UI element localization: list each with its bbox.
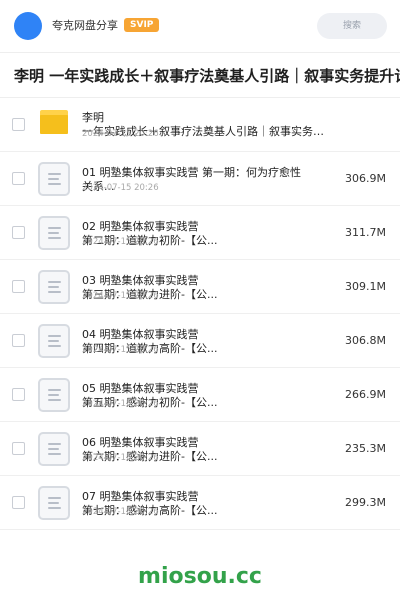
- row-checkbox[interactable]: [12, 172, 25, 185]
- row-checkbox[interactable]: [12, 118, 25, 131]
- file-date: 2024-07-15 20:26: [82, 507, 159, 517]
- share-name: 夸克网盘分享: [52, 19, 118, 32]
- list-item[interactable]: 04 明塾集体叙事实践营 第四期：道歉力高阶-【公... 2024-07-15 …: [0, 314, 400, 368]
- document-icon: [38, 486, 70, 520]
- list-item[interactable]: 01 明塾集体叙事实践营 第一期：何为疗愈性 关系... 2024-07-15 …: [0, 152, 400, 206]
- document-icon: [38, 216, 70, 250]
- file-date: 2024-07-15 20:26: [82, 453, 159, 463]
- document-icon: [38, 162, 70, 196]
- row-checkbox[interactable]: [12, 226, 25, 239]
- list-item[interactable]: 03 明塾集体叙事实践营 第三期：道歉力进阶-【公... 2024-07-15 …: [0, 260, 400, 314]
- row-checkbox[interactable]: [12, 496, 25, 509]
- document-icon: [38, 270, 70, 304]
- row-checkbox[interactable]: [12, 334, 25, 347]
- list-item[interactable]: 李明 一年实践成长＋叙事疗法奠基人引路｜叙事实务提... 2024-07-15 …: [0, 98, 400, 152]
- document-icon: [38, 432, 70, 466]
- file-date: 2024-07-15 20:26: [82, 345, 159, 355]
- file-date: 2024-07-15 20:26: [82, 183, 159, 193]
- search-placeholder: 搜索: [342, 21, 361, 31]
- file-date: 2024-07-15 20:26: [82, 129, 159, 139]
- page-title: 李明 一年实践成长＋叙事疗法奠基人引路｜叙事实务提升计划: [14, 67, 400, 85]
- file-date: 2024-07-15 20:26: [82, 291, 159, 301]
- file-size: 306.8M: [345, 334, 386, 347]
- search-input[interactable]: 搜索: [317, 13, 387, 39]
- file-size: 309.1M: [345, 280, 386, 293]
- folder-icon: [40, 110, 68, 134]
- file-list: 李明 一年实践成长＋叙事疗法奠基人引路｜叙事实务提... 2024-07-15 …: [0, 98, 400, 530]
- list-item[interactable]: 06 明塾集体叙事实践营 第六期：感谢力进阶-【公... 2024-07-15 …: [0, 422, 400, 476]
- file-size: 311.7M: [345, 226, 386, 239]
- file-size: 235.3M: [345, 442, 386, 455]
- file-date: 2024-07-15 20:26: [82, 399, 159, 409]
- list-item[interactable]: 05 明塾集体叙事实践营 第五期：感谢力初阶-【公... 2024-07-15 …: [0, 368, 400, 422]
- list-item[interactable]: 02 明塾集体叙事实践营 第二期：道歉力初阶-【公... 2024-07-15 …: [0, 206, 400, 260]
- avatar[interactable]: [14, 12, 42, 40]
- row-checkbox[interactable]: [12, 388, 25, 401]
- file-date: 2024-07-15 20:26: [82, 237, 159, 247]
- row-checkbox[interactable]: [12, 280, 25, 293]
- document-icon: [38, 324, 70, 358]
- file-size: 266.9M: [345, 388, 386, 401]
- file-size: 306.9M: [345, 172, 386, 185]
- document-icon: [38, 378, 70, 412]
- row-checkbox[interactable]: [12, 442, 25, 455]
- file-size: 299.3M: [345, 496, 386, 509]
- list-item[interactable]: 07 明塾集体叙事实践营 第七期：感谢力高阶-【公... 2024-07-15 …: [0, 476, 400, 530]
- share-title-bar: 李明 一年实践成长＋叙事疗法奠基人引路｜叙事实务提升计划: [0, 52, 400, 98]
- svip-badge: SVIP: [124, 18, 160, 32]
- watermark-brand: miosou.cc: [138, 564, 262, 589]
- top-bar: 夸克网盘分享 SVIP 搜索: [0, 0, 400, 52]
